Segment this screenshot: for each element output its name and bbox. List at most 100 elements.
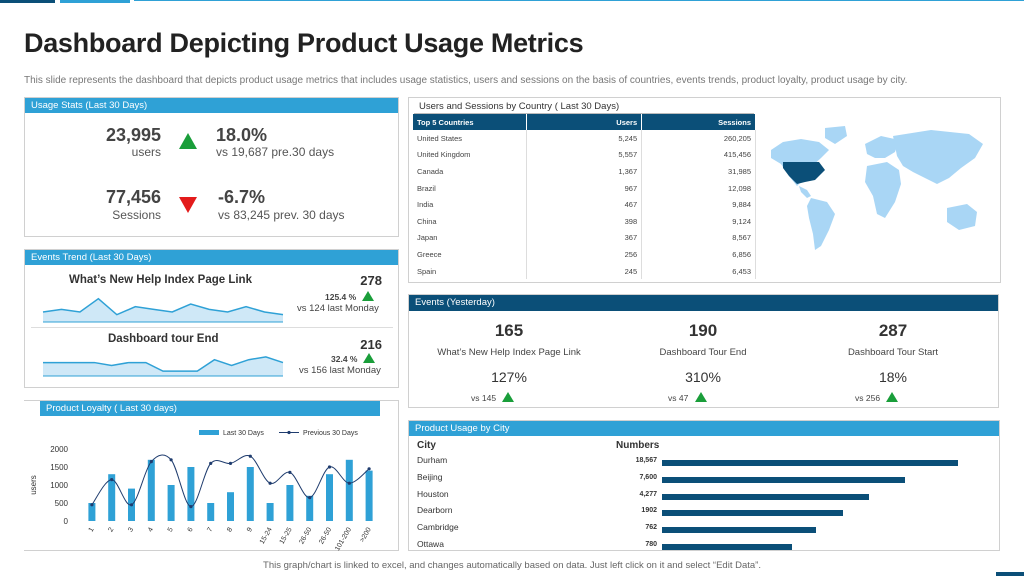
cell-sessions: 8,567 bbox=[641, 229, 756, 247]
trend-item1-pct-row: 125.4 % bbox=[325, 291, 374, 302]
y-tick-label: 2000 bbox=[50, 445, 68, 454]
bar bbox=[286, 485, 294, 521]
event-2-pct: 310% bbox=[685, 369, 721, 385]
trend-item1-value: 278 bbox=[360, 273, 382, 288]
map-asia bbox=[893, 130, 983, 184]
line-point bbox=[367, 467, 371, 471]
map-south-america bbox=[807, 198, 835, 250]
bar bbox=[187, 467, 195, 521]
event-col-2: 190 Dashboard Tour End 310% bbox=[603, 321, 803, 385]
up-arrow-icon bbox=[361, 291, 374, 301]
line-point bbox=[228, 461, 233, 465]
city-name: Ottawa bbox=[417, 539, 444, 549]
cell-users: 967 bbox=[526, 179, 643, 197]
x-tick-label: 5 bbox=[167, 526, 175, 533]
trend-divider bbox=[31, 327, 393, 328]
y-tick-label: 1000 bbox=[50, 481, 68, 490]
cell-users: 256 bbox=[526, 246, 643, 263]
col-city: City bbox=[417, 440, 436, 451]
x-tick-label: 9 bbox=[246, 526, 254, 533]
bar bbox=[306, 495, 314, 521]
city-bar bbox=[662, 460, 958, 466]
legend-line-label: Previous 30 Days bbox=[303, 430, 358, 437]
city-number: 18,567 bbox=[635, 457, 657, 464]
events-trend-panel: Events Trend (Last 30 Days) What’s New H… bbox=[24, 249, 399, 388]
line-point bbox=[327, 465, 332, 469]
cell-country: Spain bbox=[413, 262, 528, 280]
x-tick-label: 4 bbox=[147, 526, 155, 533]
map-central-america bbox=[799, 186, 811, 198]
footer-note: This graph/chart is linked to excel, and… bbox=[263, 560, 761, 571]
cell-sessions: 12,098 bbox=[641, 179, 756, 197]
line-point bbox=[110, 478, 114, 482]
accent-line bbox=[134, 0, 1024, 1]
product-loyalty-chart: Last 30 Days Previous 30 Days200015001000… bbox=[29, 430, 373, 551]
table-row: Japan 367 8,567 bbox=[413, 229, 756, 247]
x-tick-label: 26-50 bbox=[298, 526, 313, 545]
y-tick-label: 500 bbox=[55, 499, 69, 508]
event-1-label: What’s New Help Index Page Link bbox=[437, 347, 581, 358]
city-name: Durham bbox=[417, 455, 448, 465]
map-greenland bbox=[825, 126, 847, 144]
x-tick-label: 26-50 bbox=[318, 526, 333, 545]
city-number: 1902 bbox=[641, 507, 657, 515]
down-arrow-icon bbox=[179, 197, 197, 213]
city-bar bbox=[662, 476, 905, 483]
event-1-value: 165 bbox=[494, 321, 524, 340]
users-compare: vs 19,687 pre.30 days bbox=[216, 145, 335, 159]
x-tick-label: >200 bbox=[359, 526, 373, 543]
event-1-compare-row: vs 145 bbox=[471, 392, 515, 403]
cell-country: United States bbox=[413, 130, 528, 147]
sessions-label: Sessions bbox=[112, 208, 161, 222]
event-2-value: 190 bbox=[688, 321, 718, 340]
accent-strip bbox=[0, 0, 55, 3]
corner-accent bbox=[996, 572, 1024, 576]
table-row: India 467 9,884 bbox=[413, 196, 756, 213]
col-users: Users bbox=[526, 114, 643, 130]
y-tick-label: 0 bbox=[64, 517, 69, 526]
city-number: 780 bbox=[645, 541, 657, 548]
cell-country: Greece bbox=[413, 246, 528, 263]
line-point bbox=[209, 461, 213, 465]
city-number: 7,600 bbox=[639, 473, 657, 481]
line-point bbox=[308, 496, 312, 500]
country-table: Top 5 Countries Users Sessions United St… bbox=[413, 114, 756, 280]
cell-users: 5,245 bbox=[526, 130, 643, 147]
cell-users: 398 bbox=[526, 212, 643, 230]
x-tick-label: 15-24 bbox=[259, 526, 274, 545]
city-name: Dearborn bbox=[417, 505, 453, 516]
bar bbox=[227, 492, 234, 521]
cell-country: United Kingdom bbox=[413, 146, 528, 164]
sessions-compare: vs 83,245 prev. 30 days bbox=[218, 208, 345, 222]
table-row: United Kingdom 5,557 415,456 bbox=[413, 146, 756, 164]
event-1-pct: 127% bbox=[491, 369, 527, 385]
cell-users: 467 bbox=[526, 196, 643, 213]
event-2-compare-row: vs 47 bbox=[668, 392, 707, 403]
bar bbox=[326, 474, 333, 521]
table-row: Spain 245 6,453 bbox=[413, 262, 756, 280]
cell-country: India bbox=[413, 196, 528, 213]
events-yesterday-header: Events (Yesterday) bbox=[409, 295, 998, 311]
map-usa bbox=[783, 162, 825, 184]
table-row: Brazil 967 12,098 bbox=[413, 179, 756, 197]
event-3-value: 287 bbox=[878, 321, 908, 340]
col-country: Top 5 Countries bbox=[413, 114, 528, 130]
event-3-compare-row: vs 256 bbox=[855, 392, 899, 403]
cell-sessions: 9,884 bbox=[641, 196, 756, 213]
city-number: 762 bbox=[645, 524, 657, 532]
bar bbox=[167, 485, 175, 521]
up-arrow-icon bbox=[362, 353, 375, 363]
x-tick-label: 8 bbox=[226, 526, 234, 533]
city-bar bbox=[662, 493, 869, 500]
trend-item2-pct-row: 32.4 % bbox=[331, 353, 375, 364]
table-row: Greece 256 6,856 bbox=[413, 246, 756, 263]
cell-country: Canada bbox=[413, 163, 528, 180]
bar bbox=[365, 470, 373, 521]
city-name: Cambridge bbox=[417, 522, 459, 533]
line-point bbox=[268, 481, 272, 485]
city-name: Houston bbox=[417, 488, 449, 499]
event-3-pct: 18% bbox=[878, 369, 908, 385]
cell-sessions: 415,456 bbox=[641, 146, 756, 164]
sessions-value: 77,456 bbox=[105, 187, 161, 207]
usage-stats-header: Usage Stats (Last 30 Days) bbox=[25, 98, 398, 113]
